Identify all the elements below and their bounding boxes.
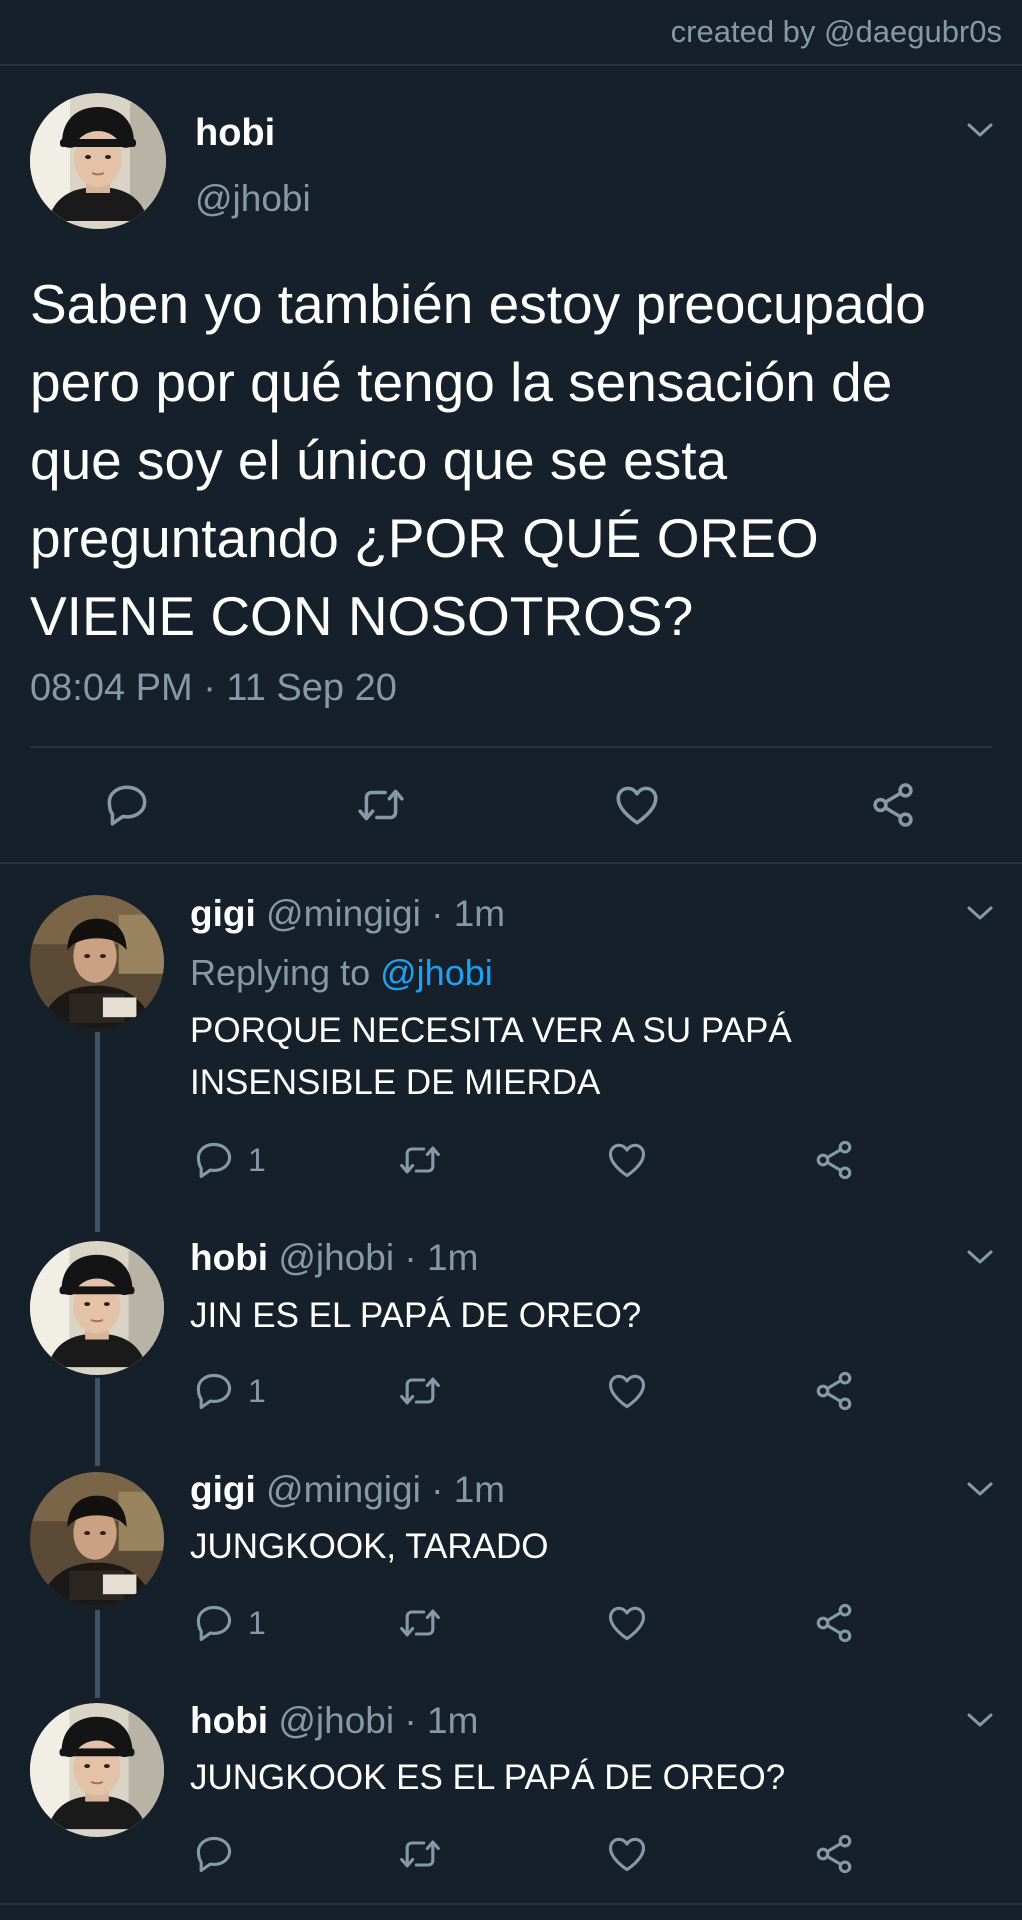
- retweet-button[interactable]: [356, 780, 406, 830]
- reply-button[interactable]: 1: [192, 1601, 266, 1645]
- tweet-timestamp: 08:04 PM · 11 Sep 20: [30, 667, 397, 709]
- share-button[interactable]: [812, 1832, 856, 1876]
- chevron-down-icon[interactable]: [965, 1710, 995, 1730]
- reply-icon: [192, 1601, 236, 1645]
- avatar[interactable]: [30, 1472, 164, 1606]
- author-handle-time[interactable]: @mingigi · 1m: [266, 893, 505, 934]
- like-button[interactable]: [605, 1369, 649, 1413]
- retweet-icon: [398, 1601, 442, 1645]
- author-handle[interactable]: @jhobi: [195, 178, 311, 220]
- share-icon: [812, 1601, 856, 1645]
- author-name[interactable]: hobi: [190, 1237, 268, 1278]
- heart-icon: [605, 1138, 649, 1182]
- share-icon: [812, 1138, 856, 1182]
- retweet-icon: [398, 1832, 442, 1876]
- author-handle-time[interactable]: @jhobi · 1m: [278, 1700, 478, 1741]
- like-button[interactable]: [605, 1601, 649, 1645]
- reply-icon: [102, 780, 152, 830]
- replying-to: Replying to @jhobi: [190, 952, 493, 994]
- replying-label: Replying to: [190, 952, 371, 993]
- tweet-text: JUNGKOOK, TARADO: [190, 1527, 549, 1566]
- divider: [0, 1903, 1022, 1905]
- divider: [0, 64, 1022, 66]
- reply-count: 1: [248, 1372, 266, 1409]
- thread-line: [95, 1378, 100, 1466]
- retweet-icon: [398, 1369, 442, 1413]
- divider: [30, 746, 992, 748]
- author-handle-time[interactable]: @jhobi · 1m: [278, 1237, 478, 1278]
- author-name[interactable]: hobi: [195, 112, 275, 155]
- share-icon: [812, 1369, 856, 1413]
- author-name[interactable]: hobi: [190, 1700, 268, 1741]
- heart-icon: [605, 1601, 649, 1645]
- retweet-icon: [398, 1138, 442, 1182]
- divider: [0, 862, 1022, 864]
- tweet-text: PORQUE NECESITA VER A SU PAPÁ INSENSIBLE…: [190, 1011, 792, 1102]
- watermark-credit: created by @daegubr0s: [670, 14, 1002, 49]
- reply-icon: [192, 1369, 236, 1413]
- share-button[interactable]: [812, 1369, 856, 1413]
- tweet-text: Saben yo también estoy preocupado pero p…: [30, 273, 926, 647]
- share-icon: [868, 780, 918, 830]
- reply-button[interactable]: 1: [192, 1369, 266, 1413]
- chevron-down-icon[interactable]: [965, 903, 995, 923]
- retweet-button[interactable]: [398, 1832, 442, 1876]
- share-icon: [812, 1832, 856, 1876]
- share-button[interactable]: [812, 1601, 856, 1645]
- heart-icon: [605, 1369, 649, 1413]
- thread-line: [95, 1610, 100, 1698]
- author-name[interactable]: gigi: [190, 893, 256, 934]
- reply-count: 1: [248, 1604, 266, 1641]
- chevron-down-icon[interactable]: [965, 1479, 995, 1499]
- thread-line: [95, 1032, 100, 1232]
- chevron-down-icon[interactable]: [965, 1247, 995, 1267]
- avatar[interactable]: [30, 93, 166, 229]
- reply-button[interactable]: [192, 1832, 236, 1876]
- retweet-button[interactable]: [398, 1601, 442, 1645]
- reply-header: gigi @mingigi · 1m: [190, 1469, 505, 1511]
- chevron-down-icon[interactable]: [965, 120, 995, 140]
- reply-icon: [192, 1832, 236, 1876]
- reply-header: hobi @jhobi · 1m: [190, 1700, 478, 1742]
- author-name[interactable]: gigi: [190, 1469, 256, 1510]
- retweet-icon: [356, 780, 406, 830]
- reply-icon: [192, 1138, 236, 1182]
- author-handle-time[interactable]: @mingigi · 1m: [266, 1469, 505, 1510]
- heart-icon: [612, 780, 662, 830]
- share-button[interactable]: [868, 780, 918, 830]
- avatar[interactable]: [30, 895, 164, 1029]
- reply-header: gigi @mingigi · 1m: [190, 893, 505, 935]
- tweet-text: JIN ES EL PAPÁ DE OREO?: [190, 1296, 642, 1335]
- reply-header: hobi @jhobi · 1m: [190, 1237, 478, 1279]
- reply-button[interactable]: 1: [192, 1138, 266, 1182]
- share-button[interactable]: [812, 1138, 856, 1182]
- retweet-button[interactable]: [398, 1138, 442, 1182]
- like-button[interactable]: [605, 1832, 649, 1876]
- mention-link[interactable]: @jhobi: [380, 952, 493, 993]
- heart-icon: [605, 1832, 649, 1876]
- avatar[interactable]: [30, 1241, 164, 1375]
- like-button[interactable]: [605, 1138, 649, 1182]
- tweet-text: JUNGKOOK ES EL PAPÁ DE OREO?: [190, 1758, 786, 1797]
- like-button[interactable]: [612, 780, 662, 830]
- retweet-button[interactable]: [398, 1369, 442, 1413]
- reply-count: 1: [248, 1141, 266, 1178]
- reply-button[interactable]: [102, 780, 152, 830]
- avatar[interactable]: [30, 1703, 164, 1837]
